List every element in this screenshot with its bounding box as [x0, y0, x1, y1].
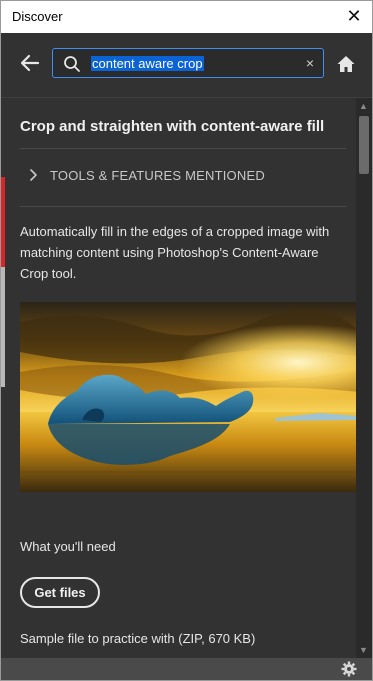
- what-youll-need-label: What you'll need: [20, 539, 116, 554]
- search-icon: [64, 56, 80, 72]
- sample-file-text: Sample file to practice with (ZIP, 670 K…: [20, 631, 256, 646]
- article-description: Automatically fill in the edges of a cro…: [20, 224, 330, 281]
- window-title: Discover: [12, 9, 63, 24]
- iceberg-sunset-image: [20, 302, 356, 492]
- home-icon[interactable]: [336, 54, 356, 74]
- scrollbar-thumb[interactable]: [359, 116, 369, 174]
- divider: [20, 148, 346, 149]
- search-box[interactable]: content aware crop ×: [52, 48, 324, 78]
- title-bar: Discover ✕: [1, 1, 372, 33]
- discover-header: content aware crop ×: [1, 33, 372, 98]
- arrow-left-icon[interactable]: [18, 51, 42, 75]
- clear-search-icon[interactable]: ×: [306, 55, 314, 71]
- get-files-button[interactable]: Get files: [20, 577, 100, 608]
- discover-window: Discover ✕ content aware crop × Crop and…: [0, 0, 373, 681]
- tools-features-label: TOOLS & FEATURES MENTIONED: [50, 168, 265, 183]
- scroll-down-icon[interactable]: ▼: [359, 645, 368, 655]
- tools-features-toggle[interactable]: TOOLS & FEATURES MENTIONED: [20, 164, 346, 188]
- divider: [20, 206, 346, 207]
- panel-footer: [1, 658, 372, 680]
- scroll-up-icon[interactable]: ▲: [359, 101, 368, 111]
- chevron-right-icon: [30, 169, 37, 181]
- article-content: Crop and straighten with content-aware f…: [5, 98, 356, 658]
- close-icon[interactable]: ✕: [342, 4, 366, 28]
- article-title: Crop and straighten with content-aware f…: [20, 118, 325, 135]
- gear-icon[interactable]: [341, 661, 357, 677]
- vertical-scrollbar[interactable]: ▲ ▼: [356, 98, 372, 658]
- search-input[interactable]: content aware crop: [91, 56, 204, 71]
